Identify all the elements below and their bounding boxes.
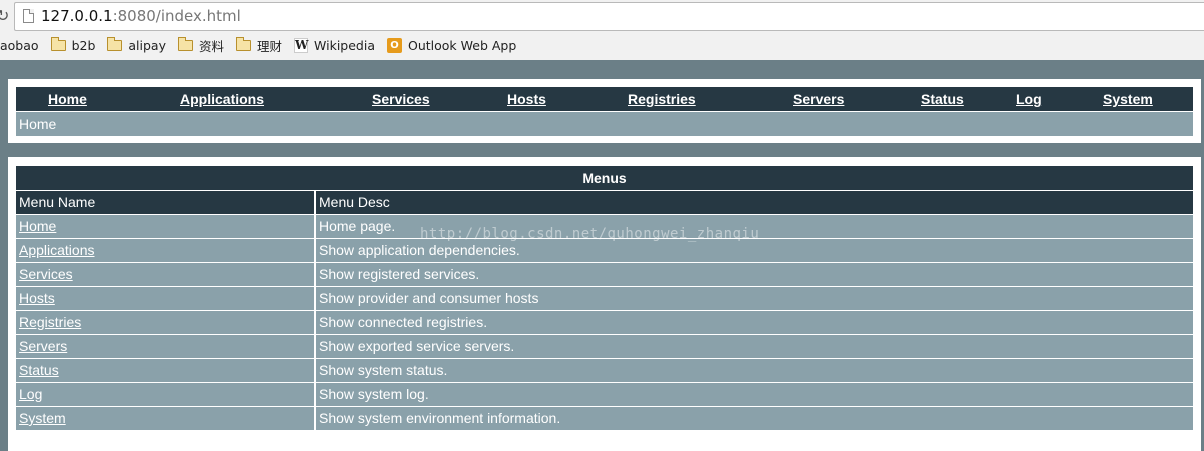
folder-icon [178, 36, 193, 51]
menu-name-cell: System [16, 406, 316, 431]
bookmark-label: 资料 [199, 38, 225, 54]
menu-link-status[interactable]: Status [19, 362, 59, 378]
table-row: Servers Show exported service servers. [16, 334, 1193, 359]
menus-title: Menus [16, 166, 1193, 191]
menu-desc-cell: Show system status. [315, 358, 1193, 383]
column-header-name: Menu Name [16, 190, 316, 215]
menu-link-servers[interactable]: Servers [19, 338, 67, 354]
menu-link-hosts[interactable]: Hosts [19, 290, 55, 306]
wikipedia-icon: W [294, 37, 309, 53]
table-row: Services Show registered services. [16, 262, 1193, 287]
url-host: 127.0.0.1 [41, 7, 113, 25]
menu-name-cell: Status [16, 358, 316, 383]
menu-name-cell: Log [16, 382, 316, 407]
nav-link-status[interactable]: Status [921, 91, 964, 107]
nav-link-log[interactable]: Log [1016, 91, 1042, 107]
reload-icon[interactable]: ↻ [0, 4, 10, 28]
address-bar[interactable]: 127.0.0.1:8080/index.html [14, 2, 1204, 31]
outlook-icon: O [387, 37, 402, 53]
nav-link-applications[interactable]: Applications [180, 91, 264, 107]
menu-desc-cell: Show connected registries. [315, 310, 1193, 335]
bookmark-label: b2b [71, 37, 96, 53]
table-row: Log Show system log. [16, 382, 1193, 407]
table-row: Hosts Show provider and consumer hosts [16, 286, 1193, 311]
folder-icon [50, 36, 66, 51]
url-text[interactable]: 127.0.0.1:8080/index.html [41, 7, 241, 25]
menu-name-cell: Applications [16, 238, 316, 263]
folder-icon [236, 36, 252, 51]
menu-link-system[interactable]: System [19, 410, 66, 426]
bookmark-label: Wikipedia [314, 37, 375, 53]
menu-desc-cell: Show registered services. [315, 262, 1193, 287]
bookmark-aobao[interactable]: aobao [0, 38, 39, 53]
column-header-desc: Menu Desc [315, 190, 1193, 215]
folder-icon [107, 36, 123, 51]
menu-name-cell: Services [16, 262, 316, 287]
page-icon [23, 9, 34, 23]
menu-name-cell: Registries [16, 310, 316, 335]
menu-desc-cell: Show exported service servers. [315, 334, 1193, 359]
watermark: http://blog.csdn.net/quhongwei_zhanqiu [420, 226, 760, 242]
bookmark-label: 理财 [257, 38, 283, 54]
bookmark-outlook[interactable]: O Outlook Web App [387, 37, 517, 53]
bookmark-wikipedia[interactable]: W Wikipedia [294, 37, 375, 53]
menu-desc-cell: Show provider and consumer hosts [315, 286, 1193, 311]
nav-link-services[interactable]: Services [372, 91, 430, 107]
menu-name-cell: Home [16, 214, 316, 239]
nav-link-hosts[interactable]: Hosts [507, 91, 546, 107]
menu-name-cell: Servers [16, 334, 316, 359]
menus-table: Menus Menu Name Menu Desc Home Home page… [16, 166, 1193, 431]
breadcrumb-current: Home [19, 116, 57, 132]
nav-link-servers[interactable]: Servers [793, 91, 844, 107]
menu-link-log[interactable]: Log [19, 386, 42, 402]
menu-desc-cell: Show system log. [315, 382, 1193, 407]
nav-menu: Home Applications Services Hosts Registr… [16, 87, 1193, 111]
menu-desc-cell: Show system environment information. [315, 406, 1193, 431]
bookmarks-bar: aobao b2b alipay 资料 理财 W Wikipedia O Outlo… [0, 34, 528, 56]
breadcrumb: Home [16, 112, 1193, 136]
menu-link-applications[interactable]: Applications [19, 242, 95, 258]
bookmark-licai[interactable]: 理财 [236, 36, 282, 55]
menu-link-registries[interactable]: Registries [19, 314, 81, 330]
url-path: :8080/index.html [112, 7, 241, 25]
bookmark-b2b[interactable]: b2b [50, 36, 96, 53]
bookmark-label: aobao [0, 37, 39, 53]
nav-link-home[interactable]: Home [48, 91, 87, 107]
bookmark-label: Outlook Web App [408, 37, 517, 53]
bookmark-alipay[interactable]: alipay [107, 36, 166, 53]
menu-link-home[interactable]: Home [19, 218, 56, 234]
menu-name-cell: Hosts [16, 286, 316, 311]
bookmark-ziliao[interactable]: 资料 [178, 36, 224, 55]
table-row: Status Show system status. [16, 358, 1193, 383]
table-row: System Show system environment informati… [16, 406, 1193, 431]
nav-link-registries[interactable]: Registries [628, 91, 696, 107]
bookmark-label: alipay [128, 37, 166, 53]
menu-link-services[interactable]: Services [19, 266, 73, 282]
browser-chrome: ↻ 127.0.0.1:8080/index.html aobao b2b al… [0, 0, 1204, 60]
table-row: Registries Show connected registries. [16, 310, 1193, 335]
nav-link-system[interactable]: System [1103, 91, 1153, 107]
